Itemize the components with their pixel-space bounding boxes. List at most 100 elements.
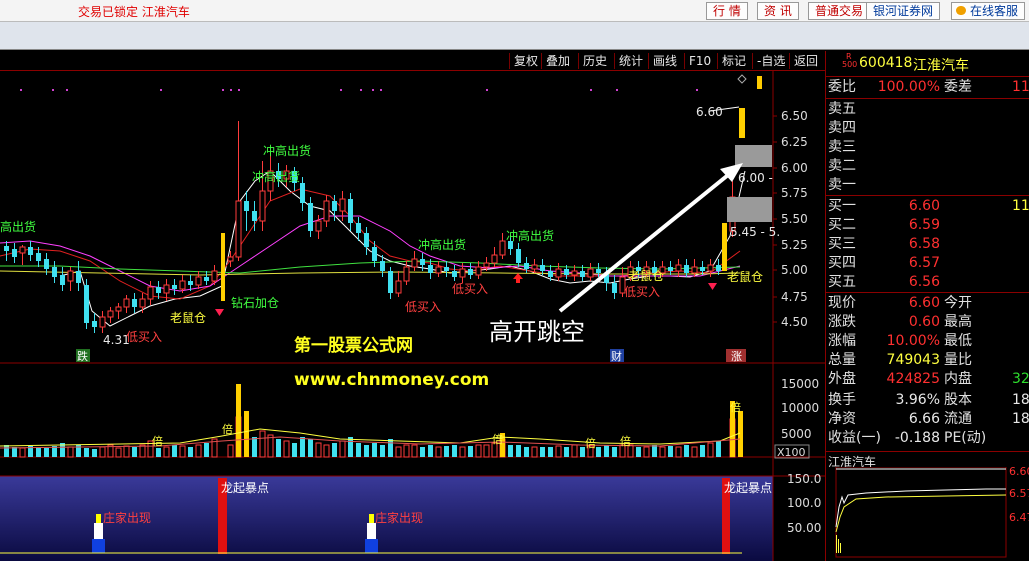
dealer-bar: [92, 539, 105, 553]
volume-bar: [475, 444, 482, 458]
volume-bar: [172, 445, 177, 457]
price-tick: 5.00: [781, 263, 808, 277]
volume-bar: [315, 442, 322, 458]
tool-stats[interactable]: 统计: [614, 53, 647, 69]
price-tick: 6.00: [781, 161, 808, 175]
volume-bar: [204, 443, 209, 457]
quote-panel: R 500 600418 江淮汽车 委比 100.00% 委差 11 卖五 卖四…: [825, 51, 1029, 561]
candle-body: [716, 265, 721, 271]
volume-bei-label: 倍: [152, 434, 163, 448]
stat-row: 涨幅 10.00% 最低: [826, 332, 1029, 351]
divider: [826, 76, 1029, 77]
tool-watchlist[interactable]: -自选: [752, 53, 789, 69]
buy1-row: 买一 6.60 112: [826, 197, 1029, 216]
volume-bar: [411, 444, 418, 458]
sell1-row: 卖一: [826, 176, 1029, 195]
volume-bar: [636, 447, 641, 457]
buy-price: 6.56: [908, 274, 940, 290]
stat-value: 424825: [886, 371, 940, 387]
rat-position-label: 老鼠仓: [170, 311, 206, 325]
volume-bar: [44, 448, 49, 457]
stat-value: 6.66: [908, 411, 940, 427]
volume-bar: [531, 446, 538, 458]
tool-history[interactable]: 历史: [578, 53, 611, 69]
tool-back[interactable]: 返回: [789, 53, 822, 69]
tool-overlay[interactable]: 叠加: [541, 53, 574, 69]
candle-body: [411, 258, 418, 268]
chart-toolbar: 复权 叠加 历史 统计 画线 F10 标记 -自选 返回: [0, 51, 825, 71]
volume-bar: [339, 440, 346, 458]
candle-body: [596, 269, 601, 273]
tool-draw-line[interactable]: 画线: [648, 53, 681, 69]
candle-body: [115, 306, 122, 312]
candle-body: [308, 203, 313, 231]
sell4-row: 卖四: [826, 119, 1029, 138]
volume-bar: [252, 437, 257, 457]
candle-body: [452, 271, 457, 277]
dealer-bar: [365, 539, 378, 553]
stat-label: 涨跌: [828, 314, 856, 330]
volume-bar: [308, 439, 313, 457]
volume-bar: [292, 443, 297, 457]
candle-body: [235, 200, 242, 258]
volume-bar: [123, 445, 130, 458]
volume-bar: [348, 437, 353, 457]
volume-bei-label: 倍: [730, 400, 741, 414]
tool-f10[interactable]: F10: [684, 53, 715, 69]
buy-level-label: 买三: [828, 236, 856, 252]
candle-body: [99, 316, 106, 328]
indicator-tick: 50.00: [787, 521, 821, 535]
normal-trade-button[interactable]: 普通交易: [808, 2, 871, 20]
candle-body: [444, 267, 449, 271]
site-name-watermark: 第一股票公式网: [294, 335, 413, 356]
volume-bar: [92, 449, 97, 457]
diamond-icon[interactable]: [737, 74, 747, 84]
candle-body: [92, 321, 97, 327]
volume-bar: [516, 445, 521, 457]
volume-bar: [356, 443, 361, 457]
volume-bar: [132, 447, 137, 457]
top-yellow-bar: [757, 76, 762, 89]
dealer-bar: [367, 523, 376, 539]
stat-label: 最低: [944, 333, 972, 349]
volume-bar: [435, 446, 442, 458]
candle-body: [548, 271, 553, 277]
volume-bar: [372, 443, 377, 457]
tool-mark[interactable]: 标记: [717, 53, 750, 69]
volume-bar: [179, 445, 186, 458]
volume-bar: [508, 445, 513, 457]
rat-position-label: 老鼠仓: [628, 269, 664, 283]
price-tick: 6.25: [781, 135, 808, 149]
r-sub: 500: [842, 60, 858, 69]
volume-bar: [707, 442, 714, 458]
quote-button[interactable]: 行 情: [706, 2, 748, 20]
trade-lock-status: 交易已锁定 江淮汽车: [78, 5, 190, 19]
candle-body: [179, 280, 186, 290]
volume-bei-label: 倍: [585, 436, 596, 450]
online-service-button[interactable]: 在线客服: [951, 2, 1026, 20]
volume-bar: [459, 446, 466, 458]
top-dot-markers: [20, 89, 698, 91]
mini-volume-bars: [836, 535, 841, 553]
buy-signal-label: 低买入: [405, 300, 441, 314]
volume-bar: [195, 444, 202, 458]
mini-tick: 6.60: [1009, 467, 1029, 478]
stat-label: 量比: [944, 352, 972, 368]
indicator-tick: 100.0: [787, 496, 821, 510]
volume-unit: X100: [777, 446, 806, 459]
intraday-mini-chart[interactable]: 6.60 6.57 6.47: [826, 467, 1029, 559]
buy-price: 6.60: [908, 198, 940, 214]
candle-body: [571, 270, 578, 276]
stat-label: 总量: [828, 352, 856, 368]
stat-label: 换手: [828, 392, 856, 408]
diamond-icon: [215, 309, 224, 316]
candle-body: [372, 247, 377, 261]
buy2-row: 买二 6.59: [826, 216, 1029, 235]
galaxy-securities-button[interactable]: 银河证券网: [866, 2, 941, 20]
tool-fuquan[interactable]: 复权: [509, 53, 542, 69]
candle-body: [315, 220, 322, 232]
volume-bar: [420, 447, 425, 457]
sell-signal-label: 冲高出货: [506, 228, 554, 243]
news-button[interactable]: 资 讯: [757, 2, 799, 20]
kline-chart-area[interactable]: 6.50 6.25 6.00 5.75 5.50 5.25 5.00 4.75 …: [0, 71, 825, 561]
